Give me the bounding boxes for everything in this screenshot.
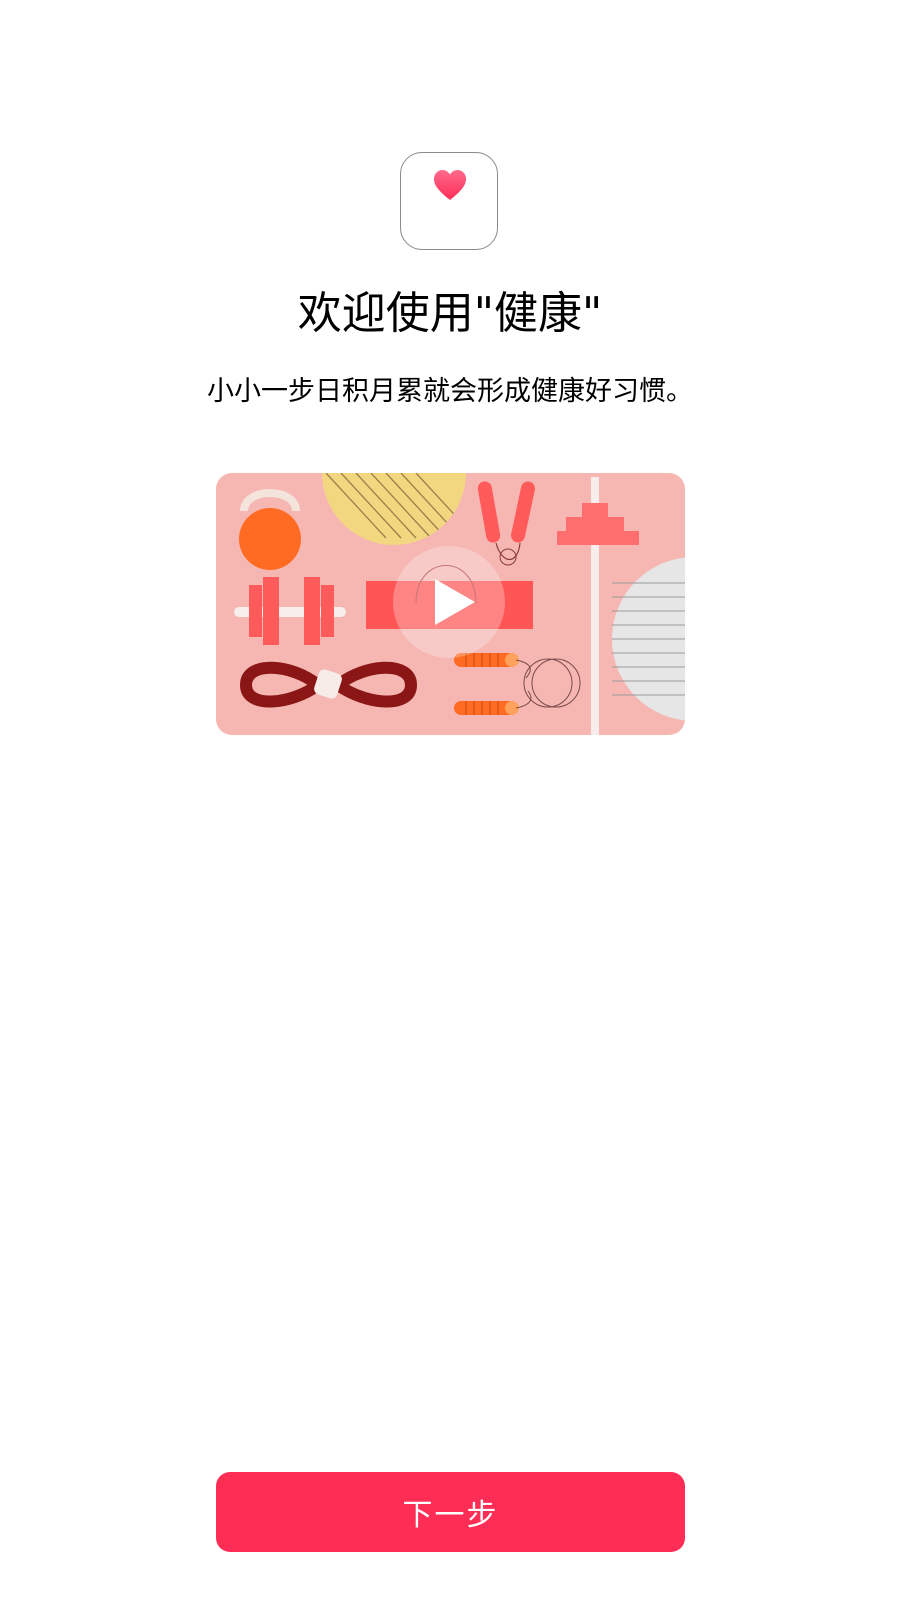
play-button[interactable] xyxy=(393,546,505,658)
heart-icon xyxy=(434,170,466,200)
intro-video[interactable] xyxy=(216,473,685,735)
play-icon xyxy=(435,579,475,625)
next-button[interactable]: 下一步 xyxy=(216,1472,685,1552)
welcome-title: 欢迎使用"健康" xyxy=(297,288,603,339)
welcome-subtitle: 小小一步日积月累就会形成健康好习惯。 xyxy=(207,376,693,407)
health-app-icon xyxy=(400,152,498,250)
